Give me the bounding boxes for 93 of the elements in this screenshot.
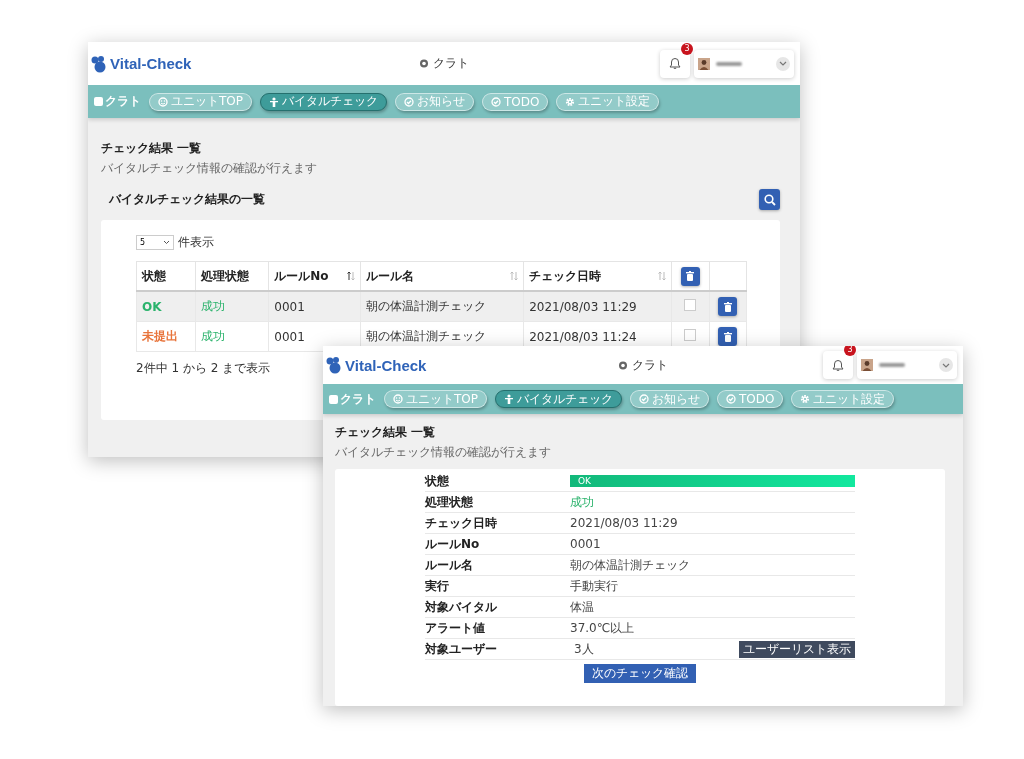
app-logo[interactable]: Vital-Check bbox=[345, 356, 427, 374]
notification-button[interactable] bbox=[660, 49, 690, 78]
organization-name: クラト bbox=[432, 55, 469, 72]
page-title: チェック結果 一覧 bbox=[335, 424, 437, 441]
search-icon bbox=[763, 193, 776, 206]
notification-badge: 3 bbox=[844, 346, 856, 356]
nav-tab[interactable]: ユニットTOP bbox=[149, 92, 252, 111]
page-length-select[interactable]: 5 bbox=[136, 235, 174, 250]
logo-icon bbox=[325, 356, 343, 374]
field-value: 朝の体温計測チェック bbox=[570, 557, 690, 572]
trash-icon bbox=[685, 271, 696, 281]
nav-tab[interactable]: ユニット設定 bbox=[791, 390, 895, 408]
delete-button[interactable] bbox=[718, 327, 738, 346]
nav-tab[interactable]: バイタルチェック bbox=[495, 390, 622, 408]
redacted-name bbox=[716, 61, 742, 66]
field-value: 2021/08/03 11:29 bbox=[570, 516, 678, 530]
square-icon bbox=[329, 394, 338, 404]
bell-icon bbox=[669, 57, 681, 70]
smiley-icon bbox=[393, 394, 403, 404]
table-cell: 2021/08/03 11:29 bbox=[523, 291, 672, 322]
nav-tab[interactable]: バイタルチェック bbox=[260, 92, 387, 111]
check-circle-icon bbox=[404, 96, 414, 107]
nav-tab[interactable]: TODO bbox=[482, 92, 549, 111]
bulk-delete-button[interactable] bbox=[680, 266, 700, 286]
field-label: ルールNo bbox=[425, 535, 481, 553]
nav-tab[interactable]: ユニットTOP bbox=[384, 390, 487, 408]
organization-icon bbox=[419, 59, 429, 68]
field-value: 0001 bbox=[570, 537, 601, 551]
app-logo[interactable]: Vital-Check bbox=[110, 55, 192, 72]
next-check-button[interactable]: 次のチェック確認 bbox=[584, 664, 696, 683]
delete-button[interactable] bbox=[718, 297, 738, 316]
nav-tab[interactable]: お知らせ bbox=[630, 390, 709, 408]
bell-icon bbox=[832, 358, 844, 372]
field-label: アラート値 bbox=[425, 619, 486, 637]
avatar-icon bbox=[861, 359, 873, 371]
field-label: 実行 bbox=[425, 577, 450, 595]
field-value: 体温 bbox=[570, 599, 594, 614]
check-circle-icon bbox=[639, 394, 649, 404]
check-circle-icon bbox=[726, 394, 736, 404]
table-cell: 0001 bbox=[268, 291, 361, 322]
search-button[interactable] bbox=[759, 189, 780, 210]
trash-icon bbox=[722, 331, 733, 342]
organization-label: クラト bbox=[340, 390, 376, 408]
person-icon bbox=[504, 394, 514, 404]
field-label: チェック日時 bbox=[425, 514, 498, 532]
nav-tab[interactable]: ユニット設定 bbox=[556, 92, 660, 111]
section-title: バイタルチェック結果の一覧 bbox=[109, 191, 265, 208]
page-subtitle: バイタルチェック情報の確認が行えます bbox=[101, 160, 318, 177]
smiley-icon bbox=[158, 96, 168, 107]
field-value: 手動実行 bbox=[570, 578, 618, 593]
chevron-down-icon[interactable] bbox=[776, 56, 790, 71]
square-icon bbox=[94, 97, 103, 106]
table-info: 2件中 1 から 2 まで表示 bbox=[136, 360, 271, 377]
sort-icon[interactable] bbox=[346, 271, 355, 281]
status-cell: 未提出 bbox=[136, 321, 196, 352]
field-value: 成功 bbox=[570, 494, 594, 509]
field-label: 対象バイタル bbox=[425, 598, 498, 616]
redacted-name bbox=[879, 363, 905, 367]
organization-label: クラト bbox=[105, 93, 141, 110]
gear-icon bbox=[565, 96, 576, 107]
row-checkbox[interactable] bbox=[684, 329, 697, 341]
table-cell: 朝の体温計測チェック bbox=[360, 291, 524, 322]
field-value: 37.0℃以上 bbox=[570, 620, 635, 635]
trash-icon bbox=[722, 301, 733, 312]
avatar-icon bbox=[698, 57, 710, 70]
chevron-down-icon[interactable] bbox=[939, 358, 953, 372]
field-label: 処理状態 bbox=[425, 493, 474, 511]
user-menu[interactable] bbox=[694, 49, 794, 78]
notification-button[interactable] bbox=[823, 351, 853, 379]
nav-tab[interactable]: TODO bbox=[717, 390, 784, 408]
page-title: チェック結果 一覧 bbox=[101, 140, 203, 157]
check-circle-icon bbox=[491, 96, 501, 107]
status-cell: OK bbox=[136, 291, 196, 322]
organization-name: クラト bbox=[631, 356, 668, 374]
field-label: ルール名 bbox=[425, 556, 474, 574]
user-menu[interactable] bbox=[857, 351, 957, 379]
field-value: 3人 bbox=[574, 640, 594, 658]
user-list-button[interactable]: ユーザーリスト表示 bbox=[739, 640, 855, 658]
logo-icon bbox=[90, 54, 108, 73]
gear-icon bbox=[800, 394, 811, 404]
row-checkbox[interactable] bbox=[684, 299, 697, 311]
person-icon bbox=[269, 96, 279, 107]
field-label: 状態 bbox=[425, 472, 450, 490]
table-cell: 成功 bbox=[195, 291, 269, 322]
page-length-label: 件表示 bbox=[178, 234, 214, 251]
status-bar: OK bbox=[570, 475, 855, 487]
organization-icon bbox=[618, 360, 628, 370]
page-subtitle: バイタルチェック情報の確認が行えます bbox=[335, 444, 552, 461]
caret-icon bbox=[163, 240, 170, 245]
nav-tab[interactable]: お知らせ bbox=[395, 92, 474, 111]
table-cell: 成功 bbox=[195, 321, 269, 352]
field-label: 対象ユーザー bbox=[425, 640, 498, 658]
notification-badge: 3 bbox=[681, 42, 693, 55]
